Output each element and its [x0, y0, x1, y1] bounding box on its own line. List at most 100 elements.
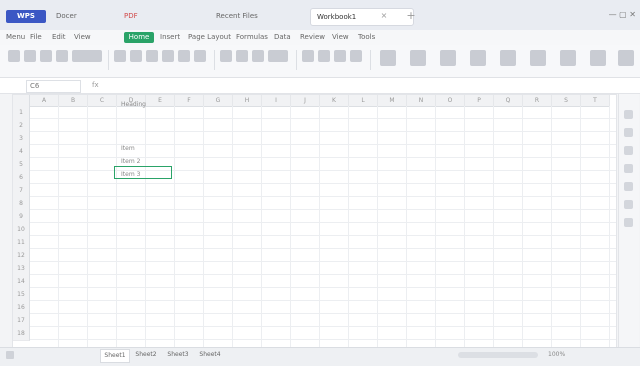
panel-icon-1[interactable] — [624, 110, 633, 119]
menu-item-page-layout[interactable]: Page Layout — [188, 32, 231, 43]
column-header[interactable]: A — [30, 95, 59, 107]
sheet-tab-3[interactable]: Sheet3 — [164, 349, 192, 361]
row-header[interactable]: 14 — [13, 275, 30, 289]
sheet-tab-4[interactable]: Sheet4 — [196, 349, 224, 361]
cell-item-2[interactable]: Item 2 — [121, 157, 140, 167]
italic-icon[interactable] — [130, 50, 142, 62]
sheet-tab-1[interactable]: Sheet1 — [100, 349, 130, 363]
panel-icon-2[interactable] — [624, 128, 633, 137]
row-header[interactable]: 17 — [13, 314, 30, 328]
cell-item[interactable]: Item — [121, 144, 135, 154]
column-header[interactable]: S — [552, 95, 581, 107]
row-header[interactable]: 18 — [13, 327, 30, 341]
row-header[interactable]: 3 — [13, 132, 30, 146]
align-right-icon[interactable] — [252, 50, 264, 62]
font-family-select[interactable] — [72, 50, 102, 62]
column-header[interactable]: H — [233, 95, 262, 107]
tab-workbook[interactable]: Workbook1 — [310, 8, 414, 26]
menu-item-view[interactable]: View — [74, 32, 91, 43]
menu-item-main[interactable]: Menu — [6, 32, 25, 43]
column-header[interactable]: N — [407, 95, 436, 107]
row-header[interactable]: 10 — [13, 223, 30, 237]
row-header[interactable]: 2 — [13, 119, 30, 133]
row-header[interactable]: 12 — [13, 249, 30, 263]
worksheet-icon[interactable] — [618, 50, 634, 66]
row-header[interactable]: 9 — [13, 210, 30, 224]
cells-icon[interactable] — [560, 50, 576, 66]
column-header[interactable]: B — [59, 95, 88, 107]
app-logo[interactable]: WPS — [6, 10, 46, 23]
window-controls[interactable]: — ▢ ✕ — [590, 10, 636, 22]
cell-item-3[interactable]: Item 3 — [121, 170, 140, 180]
thousands-icon[interactable] — [334, 50, 346, 62]
row-header[interactable]: 16 — [13, 301, 30, 315]
column-header[interactable]: E — [146, 95, 175, 107]
column-header[interactable]: K — [320, 95, 349, 107]
paste-icon[interactable] — [8, 50, 20, 62]
menu-item-view-2[interactable]: View — [332, 32, 349, 43]
cell-heading[interactable]: Heading — [121, 100, 146, 110]
row-header[interactable]: 15 — [13, 288, 30, 302]
fill-color-icon[interactable] — [178, 50, 190, 62]
cut-icon[interactable] — [24, 50, 36, 62]
menu-item-insert[interactable]: Insert — [160, 32, 180, 43]
column-header[interactable]: L — [349, 95, 378, 107]
add-tab-icon[interactable]: + — [405, 10, 417, 22]
sheet-nav-icon[interactable] — [6, 351, 14, 359]
tab-pdf[interactable]: PDF — [118, 8, 170, 24]
column-header[interactable]: P — [465, 95, 494, 107]
align-left-icon[interactable] — [220, 50, 232, 62]
percent-icon[interactable] — [318, 50, 330, 62]
column-header[interactable]: F — [175, 95, 204, 107]
column-header[interactable]: M — [378, 95, 407, 107]
underline-icon[interactable] — [146, 50, 158, 62]
close-tab-icon[interactable]: × — [380, 12, 388, 20]
row-header[interactable]: 11 — [13, 236, 30, 250]
panel-icon-5[interactable] — [624, 182, 633, 191]
menu-item-review[interactable]: Review — [300, 32, 325, 43]
conditional-format-icon[interactable] — [380, 50, 396, 66]
row-column-icon[interactable] — [590, 50, 606, 66]
menu-item-data[interactable]: Data — [274, 32, 291, 43]
menu-item-tools[interactable]: Tools — [358, 32, 375, 43]
tab-docer[interactable]: Docer — [50, 8, 122, 24]
row-header[interactable]: 5 — [13, 158, 30, 172]
column-header[interactable]: R — [523, 95, 552, 107]
sum-icon[interactable] — [440, 50, 456, 66]
row-header[interactable]: 7 — [13, 184, 30, 198]
spreadsheet-grid[interactable]: ABCDEFGHIJKLMNOPQRST 1 2 3 4 5 6 7 8 9 10 11 12 13 14… — [12, 94, 617, 349]
zoom-slider[interactable] — [458, 352, 538, 358]
row-header[interactable]: 13 — [13, 262, 30, 276]
fill-icon[interactable] — [530, 50, 546, 66]
column-header[interactable]: Q — [494, 95, 523, 107]
panel-icon-7[interactable] — [624, 218, 633, 227]
font-color-icon[interactable] — [194, 50, 206, 62]
table-style-icon[interactable] — [410, 50, 426, 66]
menu-item-formulas[interactable]: Formulas — [236, 32, 268, 43]
bold-icon[interactable] — [114, 50, 126, 62]
tab-recent[interactable]: Recent Files — [210, 8, 302, 24]
name-box[interactable]: C6 — [26, 80, 81, 93]
row-header[interactable]: 1 — [13, 106, 30, 120]
fx-icon[interactable]: fx — [92, 80, 116, 91]
panel-icon-3[interactable] — [624, 146, 633, 155]
number-format-icon[interactable] — [302, 50, 314, 62]
column-header[interactable]: T — [581, 95, 610, 107]
menu-item-edit[interactable]: Edit — [52, 32, 66, 43]
menu-item-file[interactable]: File — [30, 32, 42, 43]
border-icon[interactable] — [162, 50, 174, 62]
sheet-tab-2[interactable]: Sheet2 — [132, 349, 160, 361]
copy-icon[interactable] — [40, 50, 52, 62]
filter-icon[interactable] — [470, 50, 486, 66]
decimal-icon[interactable] — [350, 50, 362, 62]
formula-input[interactable] — [120, 80, 630, 91]
column-header[interactable]: G — [204, 95, 233, 107]
panel-icon-4[interactable] — [624, 164, 633, 173]
column-header[interactable]: O — [436, 95, 465, 107]
row-header[interactable]: 6 — [13, 171, 30, 185]
align-center-icon[interactable] — [236, 50, 248, 62]
column-header[interactable]: I — [262, 95, 291, 107]
column-header[interactable]: J — [291, 95, 320, 107]
panel-icon-6[interactable] — [624, 200, 633, 209]
sort-icon[interactable] — [500, 50, 516, 66]
